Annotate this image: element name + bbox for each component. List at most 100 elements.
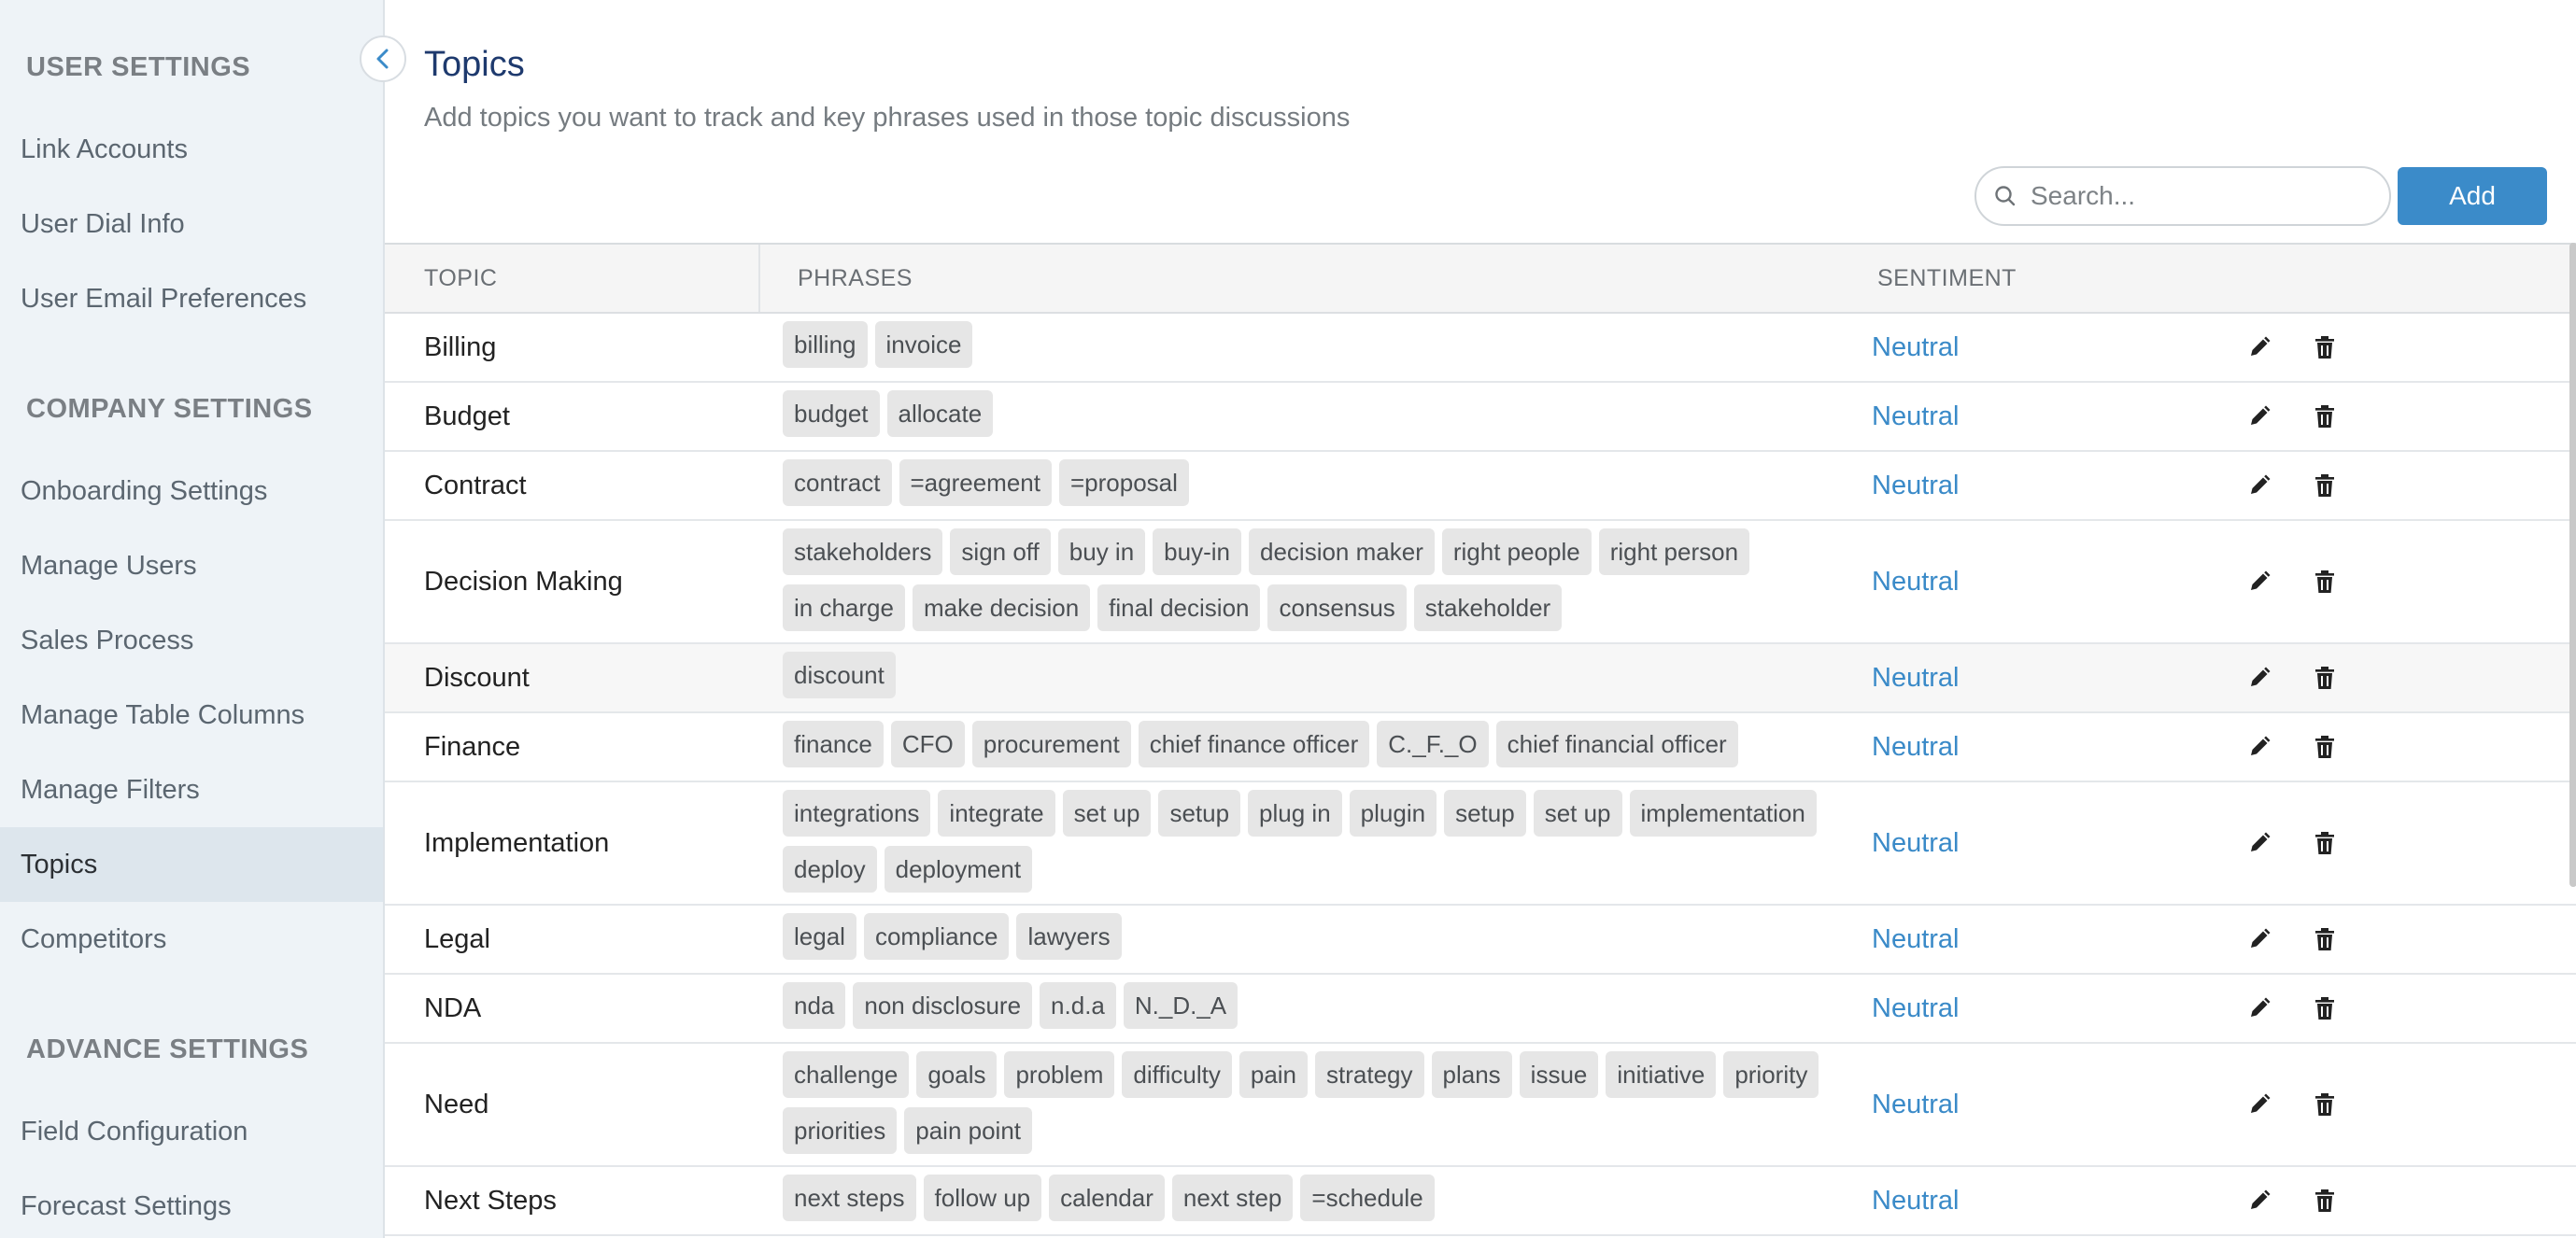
delete-topic-button[interactable] — [2314, 644, 2336, 711]
phrase-chip[interactable]: deployment — [884, 846, 1033, 893]
delete-topic-button[interactable] — [2314, 452, 2336, 519]
phrase-chip[interactable]: non disclosure — [853, 982, 1033, 1029]
phrase-chip[interactable]: lawyers — [1016, 913, 1122, 960]
phrase-chip[interactable]: budget — [783, 390, 880, 437]
sentiment-value[interactable]: Neutral — [1872, 713, 1960, 781]
phrase-chip[interactable]: set up — [1062, 790, 1152, 837]
edit-topic-button[interactable] — [2247, 314, 2272, 381]
phrase-chip[interactable]: problem — [1004, 1051, 1115, 1098]
search-input[interactable] — [2029, 180, 2369, 212]
sidebar-item-onboarding-settings[interactable]: Onboarding Settings — [0, 454, 383, 528]
edit-topic-button[interactable] — [2247, 782, 2272, 904]
sidebar-item-sales-process[interactable]: Sales Process — [0, 603, 383, 678]
phrase-chip[interactable]: strategy — [1315, 1051, 1424, 1098]
table-row[interactable]: Finance finance CFO procurement chief financ… — [385, 713, 2576, 782]
phrase-chip[interactable]: =schedule — [1300, 1175, 1435, 1221]
phrase-chip[interactable]: plugin — [1349, 790, 1437, 837]
sidebar-item-manage-users[interactable]: Manage Users — [0, 528, 383, 603]
table-row[interactable]: Legal legal compliance lawyers Neutral — [385, 906, 2576, 975]
edit-topic-button[interactable] — [2247, 1044, 2272, 1165]
phrase-chip[interactable]: finance — [783, 721, 884, 767]
phrase-chip[interactable]: plans — [1431, 1051, 1512, 1098]
phrase-chip[interactable]: make decision — [912, 584, 1091, 631]
delete-topic-button[interactable] — [2314, 383, 2336, 450]
sentiment-value[interactable]: Neutral — [1872, 314, 1960, 381]
phrase-chip[interactable]: goals — [916, 1051, 998, 1098]
phrase-chip[interactable]: nda — [783, 982, 846, 1029]
phrase-chip[interactable]: buy in — [1057, 528, 1146, 575]
table-row[interactable]: Decision Making stakeholders sign off buy i… — [385, 521, 2576, 644]
phrase-chip[interactable]: stakeholders — [783, 528, 943, 575]
phrase-chip[interactable]: final decision — [1097, 584, 1261, 631]
phrase-chip[interactable]: calendar — [1049, 1175, 1165, 1221]
phrase-chip[interactable]: integrations — [783, 790, 931, 837]
phrase-chip[interactable]: legal — [783, 913, 856, 960]
sidebar-item-topics[interactable]: Topics — [0, 827, 383, 902]
phrase-chip[interactable]: chief finance officer — [1138, 721, 1370, 767]
delete-topic-button[interactable] — [2314, 713, 2336, 781]
add-topic-button[interactable]: Add — [2398, 167, 2547, 225]
phrase-chip[interactable]: setup — [1444, 790, 1526, 837]
phrase-chip[interactable]: decision maker — [1249, 528, 1435, 575]
sidebar-item-forecast-settings[interactable]: Forecast Settings — [0, 1169, 383, 1238]
sentiment-value[interactable]: Neutral — [1872, 1167, 1960, 1234]
phrase-chip[interactable]: buy-in — [1153, 528, 1241, 575]
phrase-chip[interactable]: billing — [783, 321, 868, 368]
sentiment-value[interactable]: Neutral — [1872, 1044, 1960, 1165]
phrase-chip[interactable]: issue — [1519, 1051, 1599, 1098]
edit-topic-button[interactable] — [2247, 1167, 2272, 1234]
phrase-chip[interactable]: stakeholder — [1413, 584, 1563, 631]
phrase-chip[interactable]: sign off — [950, 528, 1051, 575]
phrase-chip[interactable]: =proposal — [1058, 459, 1189, 506]
table-row[interactable]: Discount discount Neutral — [385, 644, 2576, 713]
phrase-chip[interactable]: challenge — [783, 1051, 910, 1098]
phrase-chip[interactable]: =agreement — [899, 459, 1052, 506]
table-row[interactable]: Implementation integrations integrate set u… — [385, 782, 2576, 906]
sentiment-value[interactable]: Neutral — [1872, 644, 1960, 711]
sidebar-item-user-dial-info[interactable]: User Dial Info — [0, 187, 383, 261]
table-row[interactable]: Need challenge goals problem difficulty pain s… — [385, 1044, 2576, 1167]
sentiment-value[interactable]: Neutral — [1872, 521, 1960, 642]
phrase-chip[interactable]: n.d.a — [1040, 982, 1116, 1029]
phrase-chip[interactable]: contract — [783, 459, 892, 506]
table-scrollbar[interactable] — [2569, 243, 2576, 887]
edit-topic-button[interactable] — [2247, 644, 2272, 711]
sidebar-item-manage-filters[interactable]: Manage Filters — [0, 753, 383, 827]
phrase-chip[interactable]: allocate — [886, 390, 994, 437]
table-row[interactable]: Contract contract =agreement =proposal Neutr… — [385, 452, 2576, 521]
sentiment-value[interactable]: Neutral — [1872, 782, 1960, 904]
phrase-chip[interactable]: integrate — [938, 790, 1055, 837]
sidebar-item-field-configuration[interactable]: Field Configuration — [0, 1094, 383, 1169]
phrase-chip[interactable]: priorities — [783, 1107, 898, 1154]
edit-topic-button[interactable] — [2247, 906, 2272, 973]
sentiment-value[interactable]: Neutral — [1872, 383, 1960, 450]
phrase-chip[interactable]: pain — [1238, 1051, 1309, 1098]
phrase-chip[interactable]: procurement — [971, 721, 1131, 767]
phrase-chip[interactable]: compliance — [863, 913, 1010, 960]
edit-topic-button[interactable] — [2247, 521, 2272, 642]
delete-topic-button[interactable] — [2314, 782, 2336, 904]
phrase-chip[interactable]: CFO — [890, 721, 965, 767]
phrase-chip[interactable]: right person — [1598, 528, 1750, 575]
phrase-chip[interactable]: invoice — [874, 321, 973, 368]
delete-topic-button[interactable] — [2314, 521, 2336, 642]
phrase-chip[interactable]: deploy — [783, 846, 877, 893]
phrase-chip[interactable]: plug in — [1248, 790, 1342, 837]
phrase-chip[interactable]: next steps — [783, 1175, 916, 1221]
sidebar-collapse-button[interactable] — [360, 35, 406, 82]
edit-topic-button[interactable] — [2247, 975, 2272, 1042]
delete-topic-button[interactable] — [2314, 906, 2336, 973]
sidebar-item-manage-table-columns[interactable]: Manage Table Columns — [0, 678, 383, 753]
sidebar-item-link-accounts[interactable]: Link Accounts — [0, 112, 383, 187]
phrase-chip[interactable]: consensus — [1267, 584, 1407, 631]
search-box[interactable] — [1974, 166, 2391, 226]
phrase-chip[interactable]: priority — [1723, 1051, 1819, 1098]
phrase-chip[interactable]: difficulty — [1122, 1051, 1232, 1098]
sentiment-value[interactable]: Neutral — [1872, 906, 1960, 973]
sentiment-value[interactable]: Neutral — [1872, 452, 1960, 519]
sidebar-item-user-email-preferences[interactable]: User Email Preferences — [0, 261, 383, 336]
phrase-chip[interactable]: in charge — [783, 584, 905, 631]
phrase-chip[interactable]: pain point — [904, 1107, 1033, 1154]
sidebar-item-competitors[interactable]: Competitors — [0, 902, 383, 977]
edit-topic-button[interactable] — [2247, 383, 2272, 450]
